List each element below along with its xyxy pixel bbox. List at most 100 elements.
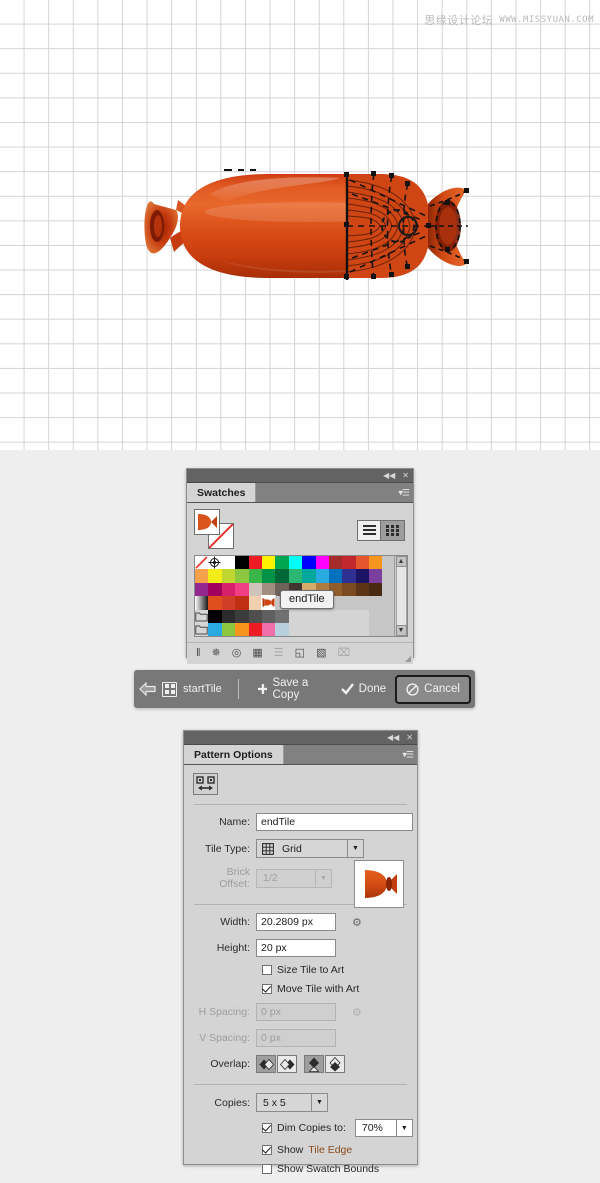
swatch-color[interactable] [261,556,276,570]
name-input[interactable]: endTile [256,813,413,831]
swatch-color[interactable] [248,582,262,597]
swatch-color[interactable] [248,556,262,570]
chevron-down-icon[interactable]: ▼ [395,1120,412,1136]
close-icon[interactable]: ✕ [402,471,409,480]
pattern-edit-bar[interactable]: startTile Save a Copy Done Cancel [134,670,475,708]
swatch-color[interactable] [208,569,222,583]
overlap-top-in-front-button[interactable] [304,1055,324,1073]
new-swatch-icon[interactable]: ▧ [316,648,326,659]
swatch-color[interactable] [208,622,222,636]
swatch-color[interactable] [235,582,249,597]
overlap-horizontal-group[interactable] [256,1055,297,1073]
swatch-color[interactable] [248,596,262,610]
show-swatch-bounds-row[interactable]: Show Swatch Bounds [184,1163,417,1175]
swatch-color[interactable] [221,609,236,623]
grid-view-icon[interactable] [381,520,405,541]
swatch-color[interactable] [355,582,370,597]
swatch-color[interactable] [221,596,236,610]
swatch-color[interactable] [328,569,343,583]
swatch-color[interactable] [221,582,236,597]
swatches-panel[interactable]: ◀◀ ✕ Swatches ▾☰ ▲ ▼ ‖ ✵ ◎ ▦ ☰ ◱ ▧ ⌧ ◢ [186,468,414,664]
swatch-color[interactable] [302,556,316,570]
swatch-color[interactable] [342,569,356,583]
width-input[interactable]: 20.2809 px [256,913,336,931]
dim-copies-checkbox[interactable] [262,1123,272,1133]
view-mode-buttons[interactable] [357,520,405,541]
overlap-right-in-front-button[interactable] [277,1055,297,1073]
swatch-color[interactable] [248,609,262,623]
swatch-color[interactable] [342,556,356,570]
swatch-color[interactable] [248,569,262,583]
swatch-color[interactable] [248,622,262,636]
swatch-color[interactable] [235,556,249,570]
swatch-color[interactable] [261,609,276,623]
swatch-color[interactable] [195,569,209,583]
swatch-color[interactable] [275,569,289,583]
pattern-tile-tool-icon[interactable] [193,773,218,795]
panel-menu-icon[interactable]: ▾☰ [402,749,414,760]
swatch-scrollbar[interactable]: ▲ ▼ [394,556,407,636]
overlap-left-in-front-button[interactable] [256,1055,276,1073]
swatch-color[interactable] [235,569,249,583]
swatch-color[interactable] [195,582,209,597]
swatch-color[interactable] [328,556,343,570]
back-arrow-icon[interactable] [138,677,158,701]
dim-copies-select[interactable]: 70% ▼ [354,1119,413,1137]
collapse-icon[interactable]: ◀◀ [387,733,399,742]
dim-copies-row[interactable]: Dim Copies to: 70% ▼ [184,1119,417,1137]
swatch-color[interactable] [288,569,303,583]
swatch-color[interactable] [235,609,249,623]
move-tile-with-art-checkbox[interactable] [262,984,272,994]
fill-swatch[interactable] [194,509,220,535]
swatch-color[interactable] [221,622,236,636]
swatch-color-group[interactable] [195,609,209,623]
swatch-color[interactable] [288,556,303,570]
swatch-color[interactable] [315,569,329,583]
overlap-vertical-group[interactable] [304,1055,345,1073]
collapse-icon[interactable]: ◀◀ [383,471,395,480]
swatch-color[interactable] [355,556,370,570]
scroll-up-arrow[interactable]: ▲ [395,556,407,567]
show-swatch-kinds-icon[interactable]: ✵ [212,648,221,659]
fill-stroke-control[interactable] [194,509,240,549]
show-swatch-bounds-checkbox[interactable] [262,1164,272,1174]
swatch-color[interactable] [221,569,236,583]
color-group-icon[interactable]: ◎ [232,648,242,659]
swatch-color[interactable] [369,569,383,583]
done-button[interactable]: Done [334,683,394,695]
tab-pattern-options[interactable]: Pattern Options [184,745,284,764]
swatch-color[interactable] [355,569,370,583]
sausage-artwork[interactable] [140,160,470,280]
chevron-down-icon[interactable]: ▼ [347,840,363,857]
swatch-color[interactable] [369,582,383,597]
save-a-copy-button[interactable]: Save a Copy [251,677,334,701]
swatch-color[interactable] [208,582,222,597]
panel-menu-icon[interactable]: ▾☰ [398,487,410,498]
swatch-none[interactable] [195,556,209,570]
new-color-group-icon[interactable]: ◱ [295,648,305,659]
scroll-track[interactable] [395,567,407,625]
illustrator-canvas[interactable]: 思缘设计论坛 WWW.MISSYUAN.COM [0,0,600,450]
swatch-color[interactable] [275,609,289,623]
swatch-color[interactable] [342,582,356,597]
show-tile-edge-checkbox[interactable] [262,1145,272,1155]
tab-swatches[interactable]: Swatches [187,483,257,502]
swatch-color[interactable] [208,596,222,610]
chevron-down-icon[interactable]: ▼ [311,1094,327,1111]
show-tile-edge-row[interactable]: Show Tile Edge [184,1144,417,1156]
tile-type-select[interactable]: Grid ▼ [256,839,364,858]
swatch-color[interactable] [235,622,249,636]
height-input[interactable]: 20 px [256,939,336,957]
cancel-button[interactable]: Cancel [395,674,471,704]
swatch-color[interactable] [261,569,276,583]
swatch-endtile-pattern[interactable] [260,595,277,611]
list-view-icon[interactable] [357,520,381,541]
swatch-color[interactable] [261,622,276,636]
swatch-color[interactable] [369,556,383,570]
swatch-color[interactable] [208,609,222,623]
swatch-color[interactable] [302,569,316,583]
pattern-options-panel[interactable]: ◀◀ ✕ Pattern Options ▾☰ Name: endTile Ti… [183,730,418,1175]
close-icon[interactable]: ✕ [406,733,413,742]
copies-select[interactable]: 5 x 5 ▼ [256,1093,328,1112]
scroll-down-arrow[interactable]: ▼ [395,625,407,636]
